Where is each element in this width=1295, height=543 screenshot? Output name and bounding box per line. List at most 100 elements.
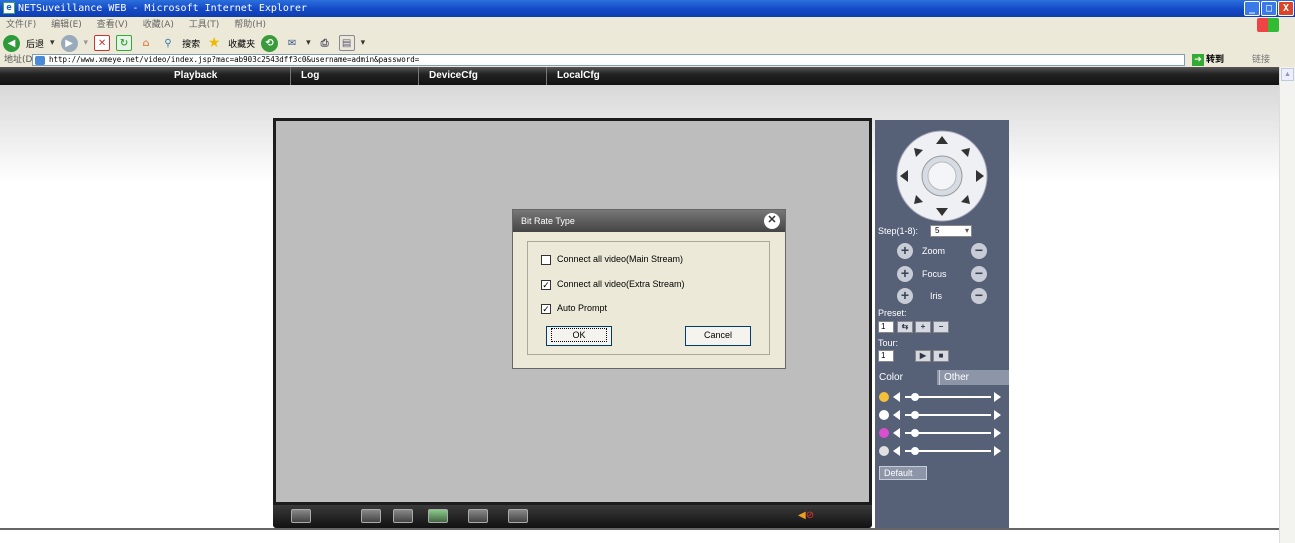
slider-row[interactable] [879, 391, 1003, 403]
zoom-in-icon[interactable]: + [897, 243, 913, 259]
back-dropdown-icon[interactable]: ▾ [50, 38, 55, 48]
option-main-stream[interactable]: Connect all video(Main Stream) [541, 254, 683, 265]
option-extra-stream[interactable]: ✓ Connect all video(Extra Stream) [541, 279, 685, 290]
favorites-button-label[interactable]: 收藏夹 [228, 37, 255, 50]
forward-arrow-icon[interactable]: ▶ [60, 34, 78, 52]
nav-tab-devicecfg[interactable]: DeviceCfg [418, 67, 546, 85]
record-start-icon[interactable] [361, 509, 381, 523]
step-select[interactable]: 5 ▾ [930, 225, 972, 237]
cancel-button[interactable]: Cancel [685, 326, 751, 346]
default-button[interactable]: Default [879, 466, 927, 480]
dialog-close-icon[interactable]: ✕ [764, 213, 780, 229]
back-arrow-icon[interactable]: ◀ [3, 34, 20, 52]
preset-input[interactable]: 1 [878, 321, 894, 333]
slider-decrease-icon[interactable] [893, 446, 900, 456]
slider-knob[interactable] [911, 447, 920, 455]
auto-prompt-checkbox[interactable]: ✓ [541, 303, 551, 314]
edit-dropdown-icon[interactable]: ▾ [361, 38, 366, 48]
refresh-icon[interactable]: ↻ [116, 35, 133, 51]
print-icon[interactable]: ⎙ [317, 35, 333, 51]
stop-icon[interactable]: ✕ [94, 35, 111, 51]
tour-input[interactable]: 1 [878, 350, 894, 362]
zoom-out-icon[interactable]: − [971, 243, 987, 259]
snapshot-icon[interactable] [428, 509, 448, 523]
go-button-label[interactable]: 转到 [1206, 55, 1224, 65]
tour-label: Tour: [878, 338, 899, 348]
address-bar: 地址(D) http://www.xmeye.net/video/index.j… [0, 53, 1295, 67]
nav-tab-localcfg[interactable]: LocalCfg [546, 67, 674, 85]
slider-knob[interactable] [911, 393, 920, 401]
menu-edit[interactable]: 编辑(E) [51, 20, 82, 30]
focus-near-icon[interactable]: + [897, 266, 913, 282]
scroll-up-icon[interactable]: ▲ [1281, 68, 1294, 81]
tour-play-icon[interactable]: ▶ [915, 350, 931, 362]
menu-tools[interactable]: 工具(T) [189, 20, 220, 30]
mail-icon[interactable]: ✉ [284, 35, 300, 51]
ptz-control-panel: Step(1-8): 5 ▾ + Zoom − + Focus − + Iris … [875, 120, 1009, 528]
slider-decrease-icon[interactable] [893, 428, 900, 438]
option-auto-prompt[interactable]: ✓ Auto Prompt [541, 303, 607, 314]
address-input[interactable]: http://www.xmeye.net/video/index.jsp?mac… [32, 54, 1185, 66]
slider-increase-icon[interactable] [994, 428, 1001, 438]
slider-increase-icon[interactable] [994, 410, 1001, 420]
extra-stream-checkbox[interactable]: ✓ [541, 279, 551, 290]
contrast-icon [879, 410, 889, 420]
focus-far-icon[interactable]: − [971, 266, 987, 282]
ok-button-label[interactable]: OK [551, 328, 607, 342]
home-icon[interactable]: ⌂ [138, 35, 154, 51]
slider-row[interactable] [879, 445, 1003, 457]
tab-color[interactable]: Color [875, 370, 937, 385]
links-label[interactable]: 链接 [1252, 53, 1270, 67]
preset-add-icon[interactable]: + [915, 321, 931, 333]
talk-stop-icon[interactable] [508, 509, 528, 523]
ok-button[interactable]: OK [546, 326, 612, 346]
preset-goto-icon[interactable]: ⇆ [897, 321, 913, 333]
slider-decrease-icon[interactable] [893, 392, 900, 402]
slider-decrease-icon[interactable] [893, 410, 900, 420]
slider-increase-icon[interactable] [994, 446, 1001, 456]
edit-icon[interactable]: ▤ [338, 35, 355, 51]
slider-knob[interactable] [911, 429, 920, 437]
dialog-options-group: Connect all video(Main Stream) ✓ Connect … [527, 241, 770, 355]
nav-tab-playback[interactable]: Playback [150, 67, 278, 85]
slider-row[interactable] [879, 409, 1003, 421]
menu-file[interactable]: 文件(F) [6, 20, 36, 30]
nav-tab-log[interactable]: Log [290, 67, 418, 85]
menu-bar: 文件(F) 编辑(E) 查看(V) 收藏(A) 工具(T) 帮助(H) [0, 17, 1295, 33]
minimize-button[interactable]: _ [1244, 1, 1260, 16]
iris-close-icon[interactable]: − [971, 288, 987, 304]
go-button[interactable]: ➔ 转到 [1192, 53, 1224, 67]
menu-favorites[interactable]: 收藏(A) [143, 20, 174, 30]
step-value[interactable]: 5 [935, 226, 939, 235]
favorites-star-icon[interactable]: ★ [206, 35, 222, 51]
main-stream-checkbox[interactable] [541, 254, 551, 265]
history-icon[interactable]: ⟲ [261, 34, 279, 52]
iris-open-icon[interactable]: + [897, 288, 913, 304]
back-button-label[interactable]: 后退 [26, 37, 44, 50]
maximize-button[interactable]: □ [1261, 1, 1277, 16]
step-dropdown-icon[interactable]: ▾ [965, 226, 969, 236]
speaker-muted-icon[interactable]: ◀⊘ [798, 510, 814, 521]
search-button-label[interactable]: 搜索 [182, 37, 200, 50]
tour-stop-icon[interactable]: ■ [933, 350, 949, 362]
focus-label: Focus [922, 269, 947, 279]
search-icon[interactable]: ⚲ [160, 35, 176, 51]
extra-stream-label: Connect all video(Extra Stream) [557, 279, 685, 289]
menu-view[interactable]: 查看(V) [97, 20, 128, 30]
vertical-scrollbar[interactable]: ▲ [1279, 67, 1295, 543]
fullscreen-icon[interactable] [291, 509, 311, 523]
mail-dropdown-icon[interactable]: ▾ [306, 38, 311, 48]
forward-dropdown-icon[interactable]: ▾ [84, 38, 89, 48]
slider-knob[interactable] [911, 411, 920, 419]
ptz-direction-pad[interactable] [887, 128, 997, 224]
menu-help[interactable]: 帮助(H) [234, 20, 266, 30]
talk-icon[interactable] [468, 509, 488, 523]
slider-increase-icon[interactable] [994, 392, 1001, 402]
address-url[interactable]: http://www.xmeye.net/video/index.jsp?mac… [49, 55, 419, 64]
record-stop-icon[interactable] [393, 509, 413, 523]
tab-other[interactable]: Other [939, 370, 1009, 385]
go-arrow-icon[interactable]: ➔ [1192, 53, 1204, 66]
close-window-button[interactable]: X [1278, 1, 1294, 16]
slider-row[interactable] [879, 427, 1003, 439]
preset-remove-icon[interactable]: − [933, 321, 949, 333]
